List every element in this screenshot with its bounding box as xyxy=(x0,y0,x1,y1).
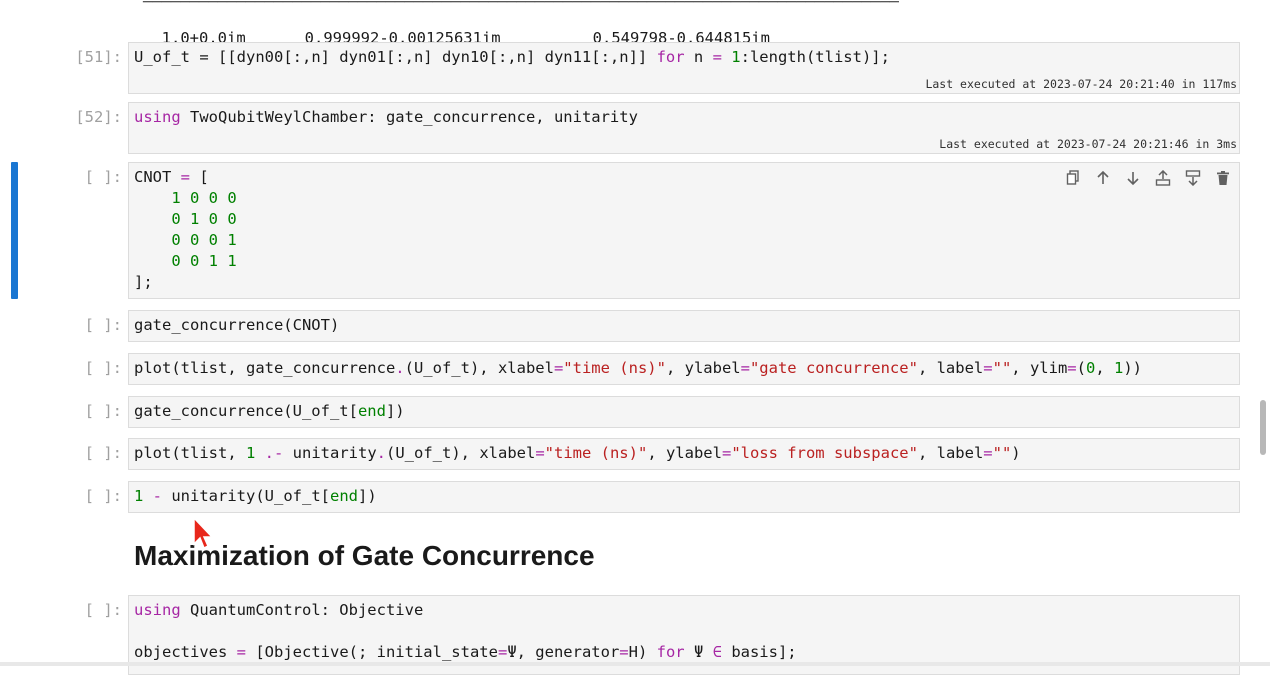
code-line: using TwoQubitWeylChamber: gate_concurre… xyxy=(134,108,638,126)
code-line: using QuantumControl: Objective xyxy=(134,601,424,619)
execution-info: Last executed at 2023-07-24 20:21:40 in … xyxy=(925,77,1237,91)
code-line: gate_concurrence(CNOT) xyxy=(134,316,340,334)
matrix-row: 0 0 0 1 xyxy=(134,231,237,249)
code-line: plot(tlist, 1 .- unitarity.(U_of_t), xla… xyxy=(134,444,1021,462)
cell-prompt: [ ]: xyxy=(84,487,122,505)
code-cell-gate-concurrence-end[interactable]: gate_concurrence(U_of_t[end]) xyxy=(128,396,1240,428)
arrow-down-icon[interactable] xyxy=(1122,168,1144,188)
output-row-partial: ────────────────────────────────────────… xyxy=(143,0,899,11)
code-line: plot(tlist, gate_concurrence.(U_of_t), x… xyxy=(134,359,1142,377)
cell-prompt: [ ]: xyxy=(84,359,122,377)
insert-above-icon[interactable] xyxy=(1152,168,1174,188)
cell-prompt: [51]: xyxy=(75,48,122,66)
code-line: U_of_t = [[dyn00[:,n] dyn01[:,n] dyn10[:… xyxy=(134,48,890,66)
matrix-row: 0 0 1 1 xyxy=(134,252,237,270)
mouse-cursor-icon xyxy=(192,516,214,554)
insert-below-icon[interactable] xyxy=(1182,168,1204,188)
arrow-up-icon[interactable] xyxy=(1092,168,1114,188)
code-line: 1 - unitarity(U_of_t[end]) xyxy=(134,487,377,505)
code-line: objectives = [Objective(; initial_state=… xyxy=(134,643,797,661)
code-line: ]; xyxy=(134,273,153,291)
code-line: gate_concurrence(U_of_t[end]) xyxy=(134,402,405,420)
code-line: CNOT = [ xyxy=(134,168,209,186)
cell-prompt: [ ]: xyxy=(84,444,122,462)
copy-icon[interactable] xyxy=(1062,168,1084,188)
code-cell-plot-loss[interactable]: plot(tlist, 1 .- unitarity.(U_of_t), xla… xyxy=(128,438,1240,470)
trash-icon[interactable] xyxy=(1212,168,1234,188)
matrix-row: 1 0 0 0 xyxy=(134,189,237,207)
code-cell-gate-concurrence[interactable]: gate_concurrence(CNOT) xyxy=(128,310,1240,342)
execution-info: Last executed at 2023-07-24 20:21:46 in … xyxy=(939,137,1237,151)
cell-prompt: [ ]: xyxy=(84,601,122,619)
cell-prompt: [ ]: xyxy=(84,402,122,420)
code-cell-51[interactable]: U_of_t = [[dyn00[:,n] dyn01[:,n] dyn10[:… xyxy=(128,42,1240,94)
cell-prompt: [52]: xyxy=(75,108,122,126)
cell-prompt: [ ]: xyxy=(84,316,122,334)
code-cell-unitarity[interactable]: 1 - unitarity(U_of_t[end]) xyxy=(128,481,1240,513)
matrix-row: 0 1 0 0 xyxy=(134,210,237,228)
window-bottom-edge xyxy=(0,662,1270,666)
code-cell-52[interactable]: using TwoQubitWeylChamber: gate_concurre… xyxy=(128,102,1240,154)
cell-toolbar xyxy=(1062,168,1234,188)
vertical-scrollbar[interactable] xyxy=(1260,400,1266,455)
cell-prompt: [ ]: xyxy=(84,168,122,186)
code-cell-plot-concurrence[interactable]: plot(tlist, gate_concurrence.(U_of_t), x… xyxy=(128,353,1240,385)
